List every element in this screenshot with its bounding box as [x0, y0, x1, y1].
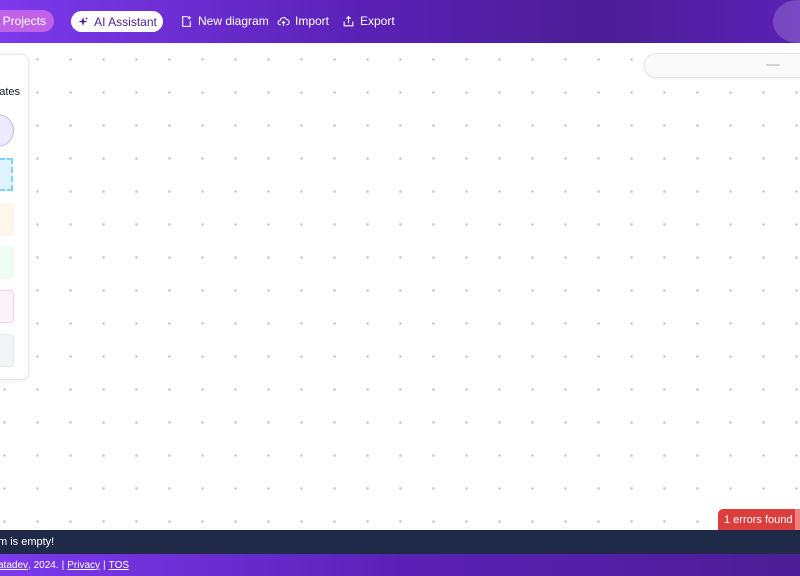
projects-button[interactable]: Projects	[0, 10, 54, 32]
ai-assistant-button[interactable]: AI Assistant	[71, 11, 163, 32]
export-label: Export	[360, 14, 395, 28]
privacy-link[interactable]: Privacy	[67, 560, 100, 571]
sparkle-icon	[78, 16, 89, 26]
share-upload-icon	[343, 15, 354, 26]
errors-badge[interactable]: 1 errors found	[718, 509, 800, 530]
template-dashed-box[interactable]	[0, 158, 13, 191]
footer: atadev , 2024. | Privacy | TOS	[0, 554, 800, 576]
footer-year: , 2024.	[28, 559, 59, 571]
errors-badge-edge	[795, 509, 800, 530]
diagram-canvas[interactable]	[0, 43, 800, 530]
projects-button-label: Projects	[2, 14, 46, 28]
import-label: Import	[295, 14, 330, 28]
footer-separator: |	[61, 559, 65, 571]
errors-badge-label: 1 errors found	[724, 513, 793, 526]
export-button[interactable]: Export	[342, 13, 395, 29]
tos-link[interactable]: TOS	[109, 560, 129, 571]
template-gray-box[interactable]	[0, 334, 14, 367]
import-button[interactable]: Import	[277, 13, 329, 29]
drag-handle-icon[interactable]	[766, 64, 780, 66]
template-orange-box[interactable]	[0, 203, 14, 236]
avatar[interactable]	[773, 0, 800, 43]
new-diagram-label: New diagram	[198, 14, 269, 28]
status-bar: m is empty!	[0, 530, 800, 554]
canvas-controls-pill[interactable]	[644, 53, 800, 78]
status-message: m is empty!	[0, 536, 55, 548]
new-file-icon	[182, 15, 191, 27]
template-green-box[interactable]	[0, 246, 14, 279]
footer-separator-2: |	[103, 559, 106, 571]
templates-title: ates	[0, 86, 20, 98]
template-pink-box[interactable]	[0, 290, 14, 323]
brand-link[interactable]: atadev	[0, 560, 28, 571]
new-diagram-button[interactable]: New diagram	[180, 13, 269, 29]
top-toolbar: Projects AI Assistant New diagram Import…	[0, 0, 800, 43]
ai-assistant-label: AI Assistant	[94, 14, 157, 29]
cloud-upload-icon	[277, 16, 290, 26]
